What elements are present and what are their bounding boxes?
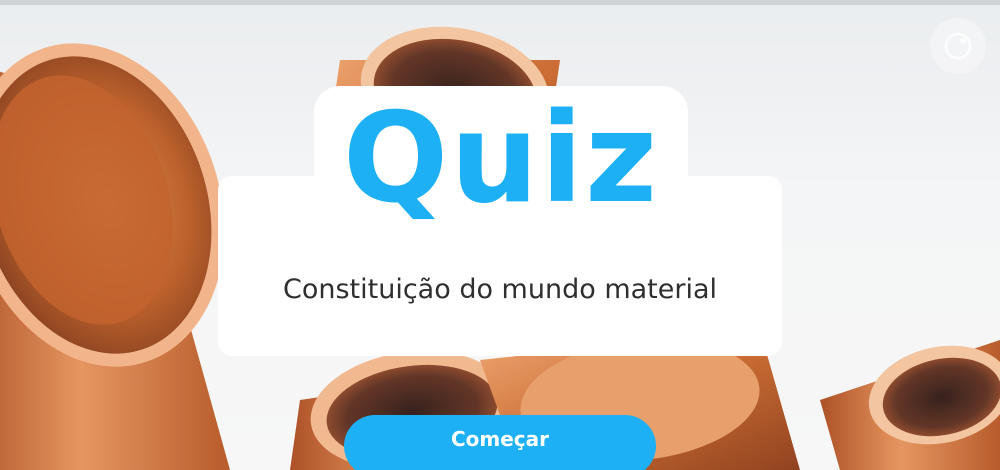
quiz-intro-screen: Quiz Constituição do mundo material Come… — [0, 0, 1000, 470]
quiz-title: Quiz — [342, 87, 660, 231]
start-button[interactable]: Começar — [344, 415, 656, 470]
corner-logo-icon — [930, 18, 986, 74]
top-border — [0, 0, 1000, 5]
quiz-subtitle: Constituição do mundo material — [282, 274, 718, 305]
